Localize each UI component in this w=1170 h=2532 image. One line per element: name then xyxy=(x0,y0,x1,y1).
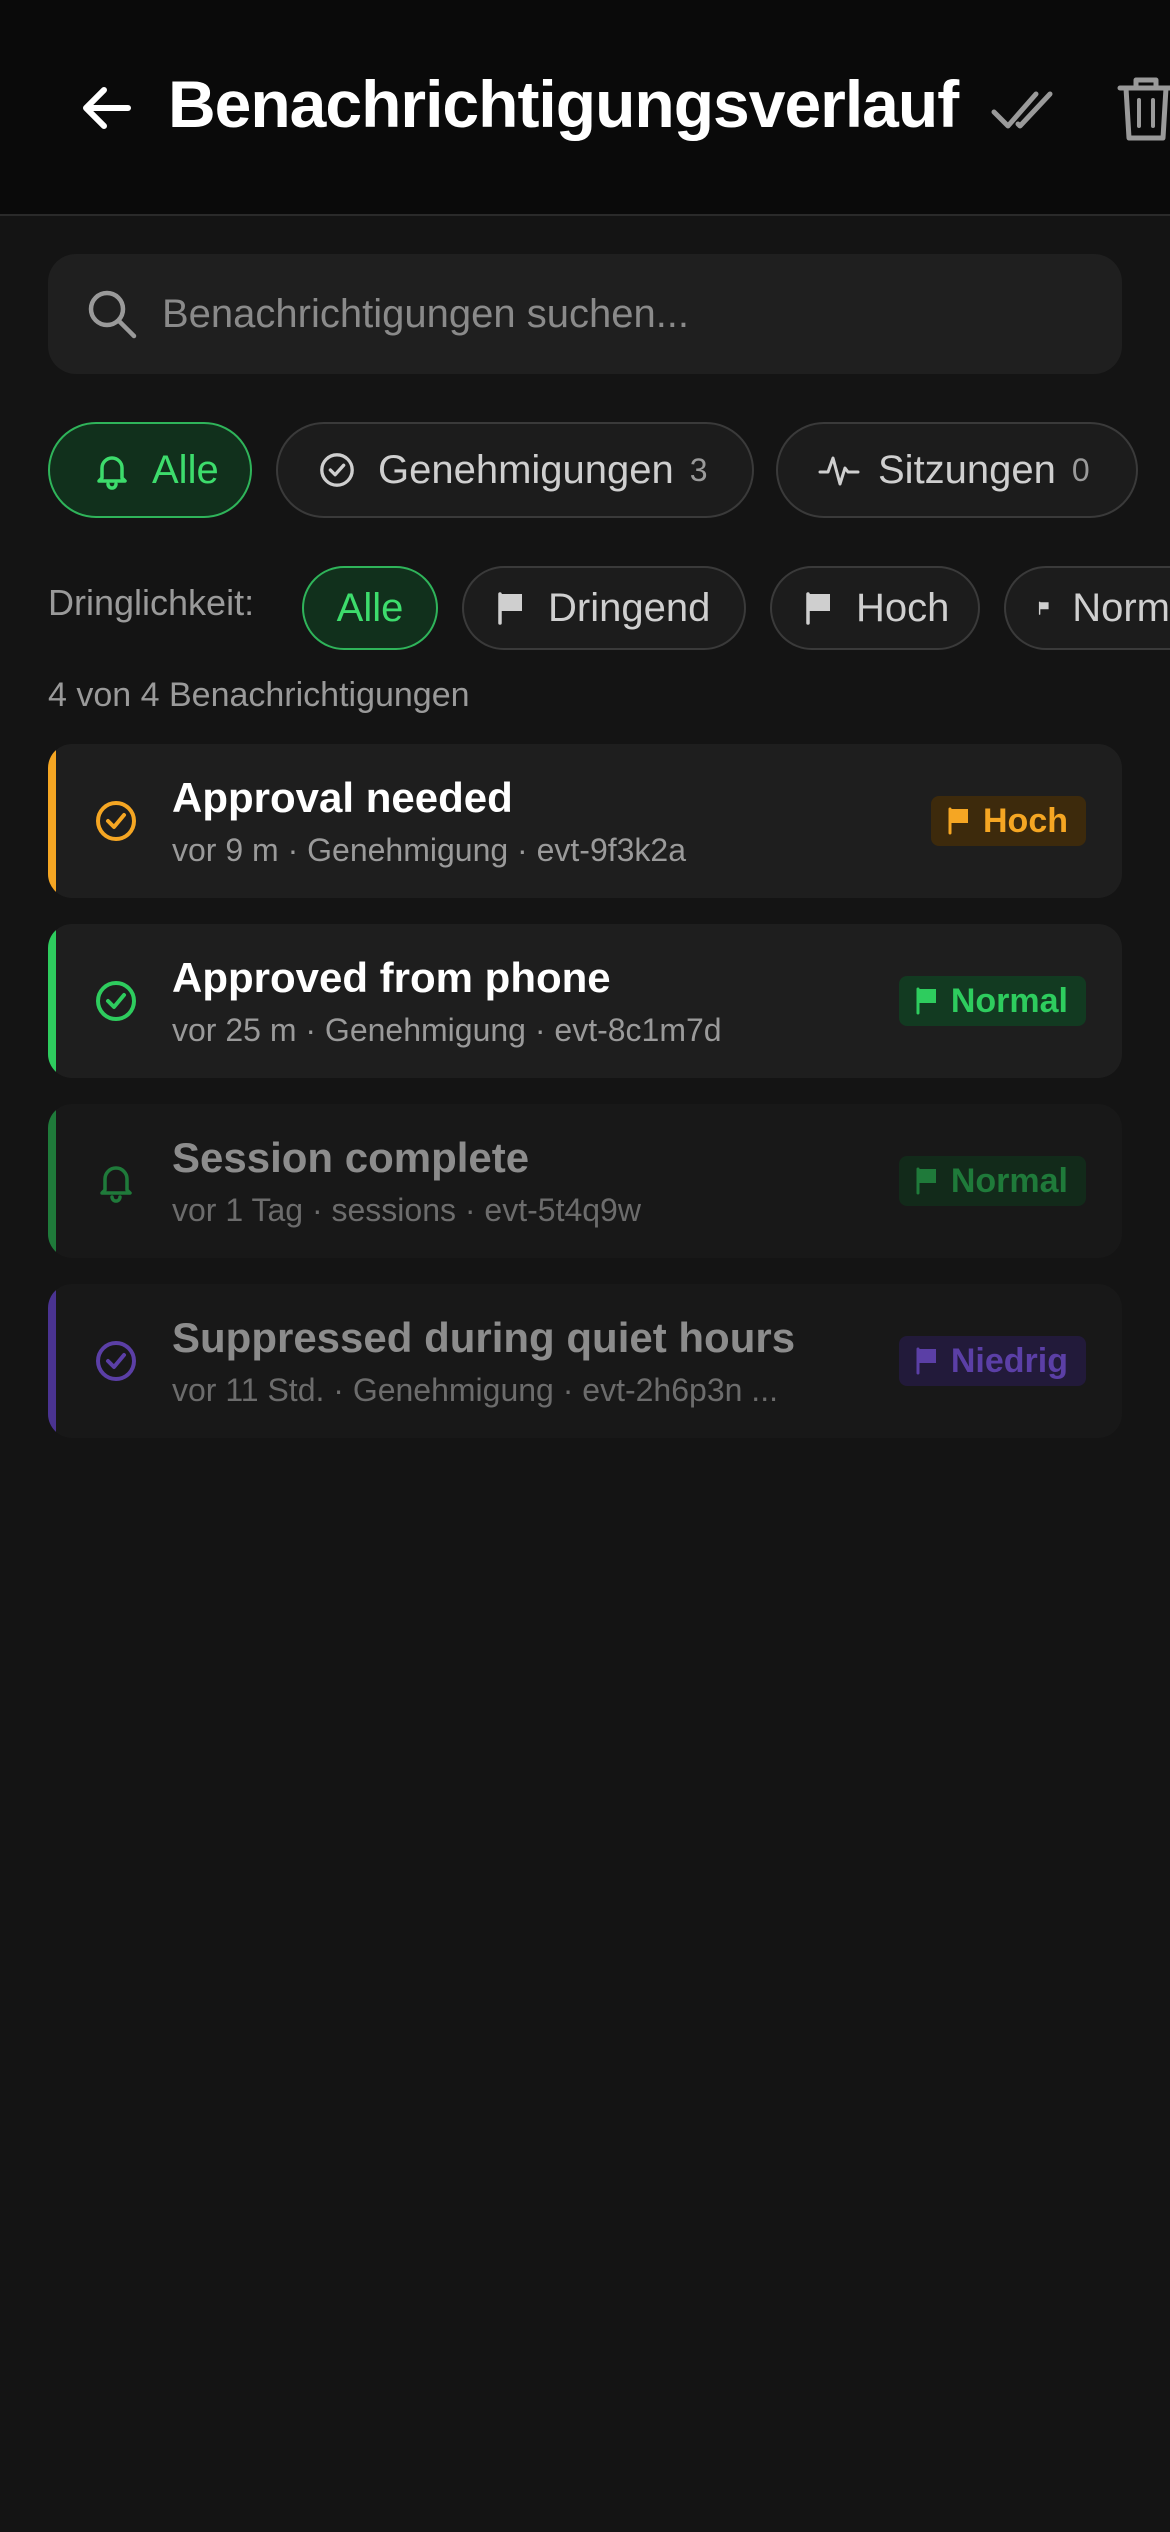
urgency-chip-urgent[interactable]: Dringend xyxy=(462,566,746,650)
check-circle-icon xyxy=(96,981,136,1021)
delete-all-button[interactable] xyxy=(1116,74,1170,144)
app-header: Benachrichtigungsverlauf xyxy=(0,0,1170,216)
urgency-chip-label: Alle xyxy=(336,585,404,630)
filter-chip-all[interactable]: Alle xyxy=(48,422,252,518)
double-check-icon xyxy=(991,91,1053,129)
activity-icon xyxy=(818,456,860,486)
arrow-left-icon xyxy=(83,87,131,129)
urgency-chip-normal[interactable]: Norm xyxy=(1004,566,1170,650)
back-button[interactable] xyxy=(76,78,136,138)
filter-chip-count: 0 xyxy=(1071,451,1090,488)
notification-title: Approved from phone xyxy=(172,954,611,1001)
search-bar xyxy=(48,254,1122,374)
notification-card[interactable]: Session complete vor 1 Tag · sessions · … xyxy=(48,1104,1122,1258)
priority-badge-label: Niedrig xyxy=(950,1341,1068,1380)
urgency-chip-label: Norm xyxy=(1072,585,1170,630)
priority-badge-label: Normal xyxy=(950,1161,1068,1200)
check-circle-icon xyxy=(320,453,354,487)
urgency-chip-high[interactable]: Hoch xyxy=(770,566,980,650)
filter-chip-label: Alle xyxy=(152,447,219,492)
notification-title: Suppressed during quiet hours xyxy=(172,1314,796,1361)
bell-icon xyxy=(100,1166,132,1203)
notification-meta: vor 25 m · Genehmigung · evt-8c1m7d xyxy=(172,1012,722,1048)
flag-icon xyxy=(948,807,968,835)
notification-card[interactable]: Approved from phone vor 25 m · Genehmigu… xyxy=(48,924,1122,1078)
flag-icon xyxy=(916,1347,936,1375)
filter-chip-approvals[interactable]: Genehmigungen 3 xyxy=(276,422,754,518)
urgency-chip-label: Dringend xyxy=(548,585,711,630)
trash-icon xyxy=(1117,77,1170,141)
urgency-chip-all[interactable]: Alle xyxy=(302,566,438,650)
priority-badge: Niedrig xyxy=(898,1336,1086,1386)
flag-icon xyxy=(498,592,522,625)
notification-title: Session complete xyxy=(172,1134,530,1181)
priority-bar xyxy=(48,924,56,1078)
check-circle-icon xyxy=(96,801,136,841)
check-circle-icon xyxy=(96,1341,136,1381)
filter-chip-count: 3 xyxy=(689,451,708,488)
priority-badge-label: Normal xyxy=(950,981,1068,1020)
priority-badge: Hoch xyxy=(931,796,1086,846)
priority-bar xyxy=(48,1104,56,1258)
urgency-chip-label: Hoch xyxy=(856,585,950,630)
search-input[interactable] xyxy=(162,254,1092,374)
flag-icon xyxy=(916,1167,936,1195)
notification-meta: vor 9 m · Genehmigung · evt-9f3k2a xyxy=(172,832,687,868)
filter-chip-label: Genehmigungen xyxy=(378,447,674,492)
priority-badge: Normal xyxy=(898,976,1086,1026)
search-icon xyxy=(88,290,137,339)
flag-icon xyxy=(916,987,936,1015)
priority-badge-label: Hoch xyxy=(983,801,1068,840)
priority-badge: Normal xyxy=(898,1156,1086,1206)
notification-card[interactable]: Suppressed during quiet hours vor 11 Std… xyxy=(48,1284,1122,1438)
priority-bar xyxy=(48,744,56,898)
filter-chip-sessions[interactable]: Sitzungen 0 xyxy=(776,422,1138,518)
mark-all-read-button[interactable] xyxy=(990,80,1056,140)
bell-icon xyxy=(97,456,127,490)
urgency-label: Dringlichkeit: xyxy=(48,582,255,623)
notification-title: Approval needed xyxy=(172,774,513,821)
flag-icon xyxy=(1038,601,1049,615)
notification-meta: vor 1 Tag · sessions · evt-5t4q9w xyxy=(172,1192,641,1228)
notification-meta: vor 11 Std. · Genehmigung · evt-2h6p3n .… xyxy=(172,1372,778,1408)
filter-chip-label: Sitzungen xyxy=(878,447,1056,492)
notification-card[interactable]: Approval needed vor 9 m · Genehmigung · … xyxy=(48,744,1122,898)
page-title: Benachrichtigungsverlauf xyxy=(168,67,959,141)
result-count: 4 von 4 Benachrichtigungen xyxy=(48,676,470,714)
priority-bar xyxy=(48,1284,56,1438)
flag-icon xyxy=(806,592,830,625)
